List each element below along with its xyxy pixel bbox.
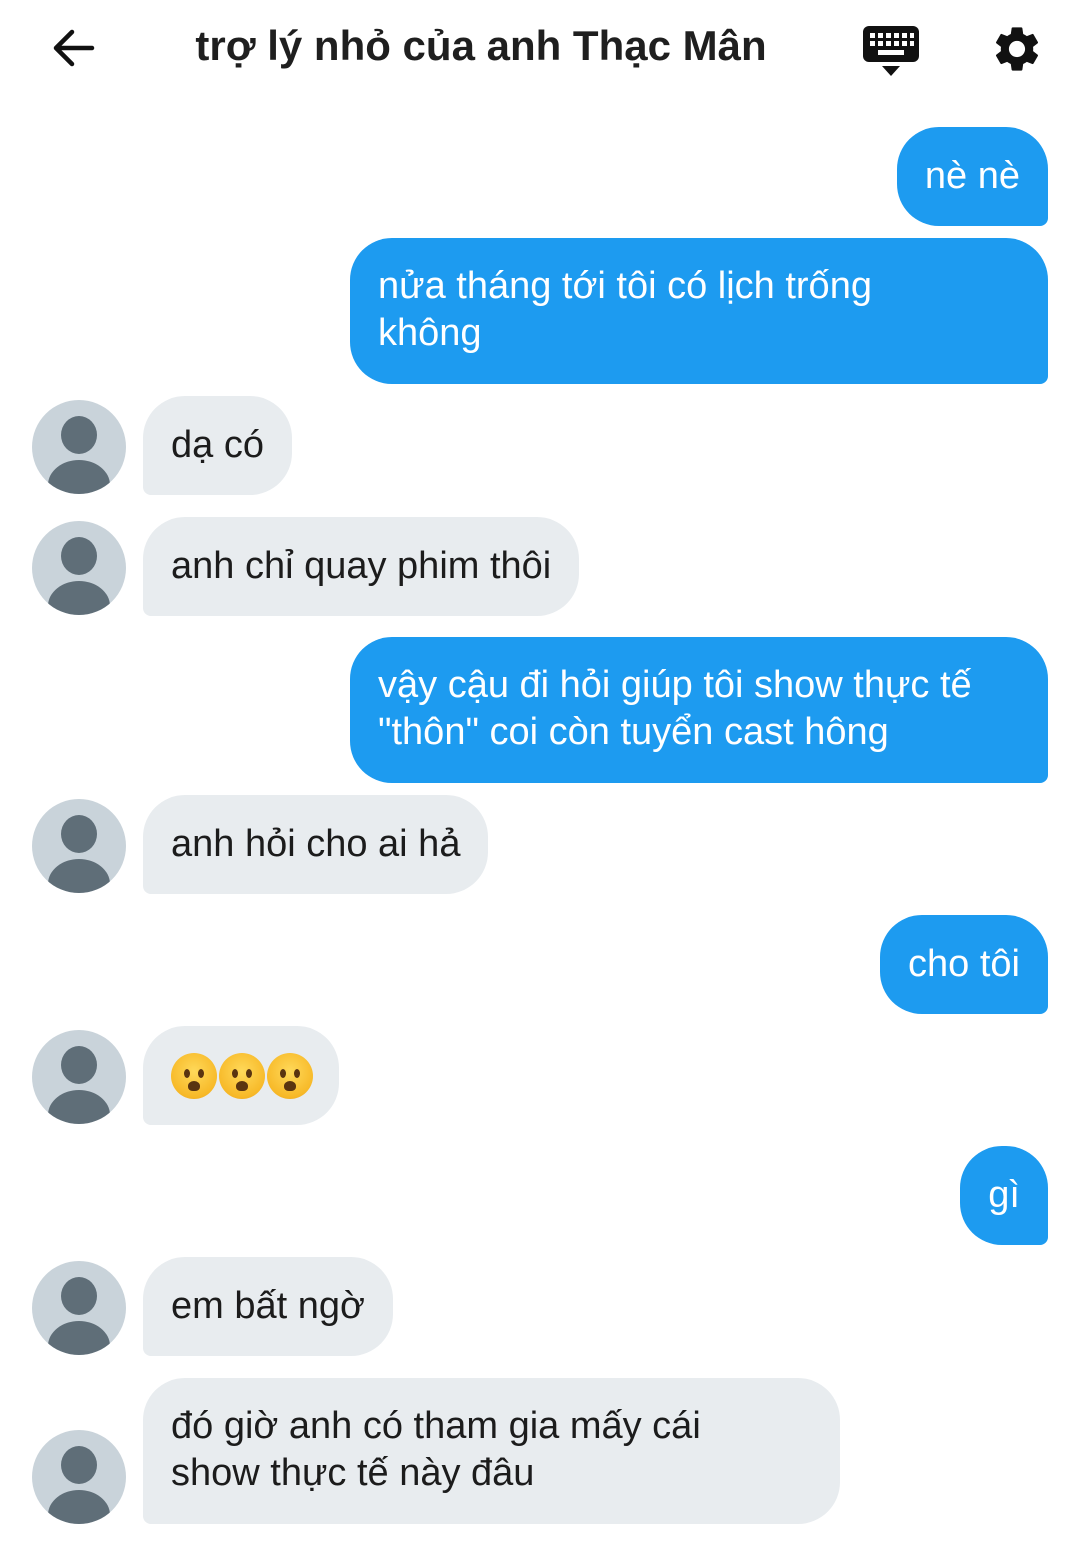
message-text: anh hỏi cho ai hả [171,823,461,865]
message-text: em bất ngờ [171,1285,365,1327]
incoming-message[interactable] [143,1026,339,1125]
incoming-message[interactable]: anh hỏi cho ai hả [143,795,489,894]
gear-icon[interactable] [990,22,1044,76]
avatar[interactable] [32,1261,126,1355]
incoming-message[interactable]: anh chỉ quay phim thôi [143,517,580,616]
message-text: đó giờ anh có tham gia mấy cái show thực… [171,1405,701,1494]
message-text: cho tôi [908,943,1020,985]
incoming-message[interactable]: đó giờ anh có tham gia mấy cái show thực… [143,1378,840,1524]
chat-screen: trợ lý nhỏ của anh Thạc Mân nè nè nửa th… [0,0,1080,1543]
anguished-face-icon [171,1052,217,1099]
outgoing-message[interactable]: vậy cậu đi hỏi giúp tôi show thực tế "th… [350,637,1048,783]
avatar[interactable] [32,1030,126,1124]
anguished-face-icon [267,1052,313,1099]
avatar[interactable] [32,799,126,893]
outgoing-message[interactable]: cho tôi [880,915,1048,1014]
incoming-message[interactable]: em bất ngờ [143,1257,393,1356]
avatar[interactable] [32,521,126,615]
message-text: anh chỉ quay phim thôi [171,545,552,587]
avatar[interactable] [32,400,126,494]
incoming-message[interactable]: dạ có [143,396,292,495]
back-arrow-icon[interactable] [48,22,100,74]
anguished-face-icon [219,1052,265,1099]
message-text: dạ có [171,424,264,466]
message-text: nửa tháng tới tôi có lịch trống không [378,265,872,354]
chat-header: trợ lý nhỏ của anh Thạc Mân [0,0,1080,100]
conversation-title: trợ lý nhỏ của anh Thạc Mân [195,22,767,69]
outgoing-message[interactable]: gì [960,1146,1048,1245]
keyboard-icon[interactable] [860,22,922,80]
message-text: nè nè [924,155,1020,197]
emoji-row [171,1052,313,1099]
avatar[interactable] [32,1430,126,1524]
message-text: vậy cậu đi hỏi giúp tôi show thực tế "th… [378,664,972,753]
message-text: gì [988,1174,1020,1216]
outgoing-message[interactable]: nè nè [896,127,1048,226]
outgoing-message[interactable]: nửa tháng tới tôi có lịch trống không [350,238,1048,384]
